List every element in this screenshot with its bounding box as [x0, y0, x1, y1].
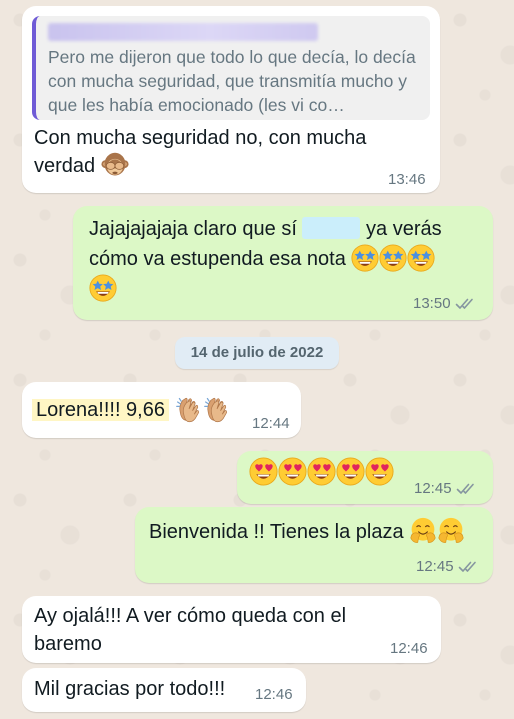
- quoted-message-text: Pero me dijeron que todo lo que decía, l…: [48, 47, 416, 115]
- message-bubble-incoming[interactable]: Ay ojalá!!! A ver cómo queda con el bare…: [22, 596, 441, 663]
- message-bubble-incoming[interactable]: Lorena!!!! 9,66 12:44: [22, 382, 301, 438]
- heart-eyes-icon: [278, 457, 307, 486]
- message-bubble-outgoing[interactable]: Jajajajajaja claro que sí ya verás cómo …: [73, 206, 493, 320]
- message-bubble-outgoing[interactable]: 12:45: [237, 451, 493, 504]
- message-text: Con mucha seguridad no, con mucha verdad: [34, 127, 367, 179]
- quoted-sender-name-redacted: [48, 23, 318, 41]
- message-time-status: 12:45: [414, 480, 478, 498]
- heart-eyes-icon: [307, 457, 336, 486]
- message-time: 13:50: [413, 295, 451, 312]
- see-no-evil-monkey-icon: [101, 151, 129, 179]
- message-text: Lorena!!!! 9,66: [32, 396, 231, 425]
- message-bubble-incoming[interactable]: Mil gracias por todo!!! 12:46: [22, 668, 306, 712]
- message-time: 13:46: [388, 171, 426, 188]
- message-time-status: 12:45: [416, 558, 480, 576]
- message-text: Mil gracias por todo!!!: [34, 678, 226, 700]
- double-check-read-icon: [458, 560, 480, 574]
- star-struck-icon: [89, 274, 117, 302]
- message-text: Bienvenida !! Tienes la plaza: [149, 518, 465, 547]
- message-text: Jajajajajaja claro que sí ya verás cómo …: [89, 215, 484, 304]
- message-time: 12:45: [414, 480, 452, 497]
- star-struck-icon: [407, 244, 435, 272]
- heart-eyes-icon: [336, 457, 365, 486]
- quoted-message[interactable]: Pero me dijeron que todo lo que decía, l…: [32, 16, 430, 120]
- double-check-read-icon: [456, 482, 478, 496]
- redacted-name: [302, 216, 361, 239]
- message-bubble-outgoing[interactable]: Bienvenida !! Tienes la plaza 12:45: [135, 507, 493, 583]
- message-time-status: 13:50: [413, 295, 477, 313]
- message-bubble-incoming[interactable]: Pero me dijeron que todo lo que decía, l…: [22, 6, 440, 193]
- message-emoji-row: [249, 459, 394, 488]
- message-time: 12:44: [252, 415, 290, 432]
- double-check-read-icon: [455, 297, 477, 311]
- message-time: 12:46: [255, 686, 293, 703]
- star-struck-icon: [351, 244, 379, 272]
- highlighted-text: Lorena!!!! 9,66: [32, 399, 169, 421]
- message-time: 12:46: [390, 640, 428, 657]
- clapping-hands-icon: [175, 395, 203, 423]
- clapping-hands-icon: [203, 395, 231, 423]
- date-separator: 14 de julio de 2022: [175, 337, 339, 369]
- message-time: 12:45: [416, 558, 454, 575]
- message-text: Ay ojalá!!! A ver cómo queda con el bare…: [34, 605, 347, 655]
- hugging-face-icon: [437, 517, 465, 545]
- heart-eyes-icon: [249, 457, 278, 486]
- hugging-face-icon: [409, 517, 437, 545]
- heart-eyes-icon: [365, 457, 394, 486]
- star-struck-icon: [379, 244, 407, 272]
